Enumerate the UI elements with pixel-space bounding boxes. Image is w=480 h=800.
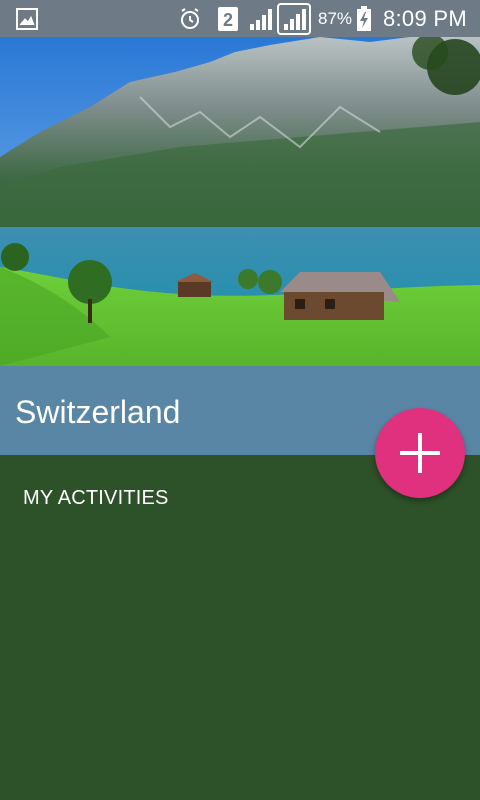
my-activities-header: MY ACTIVITIES — [23, 487, 169, 509]
hero-image — [0, 37, 480, 366]
landscape-illustration — [0, 37, 480, 366]
place-title: Switzerland — [15, 394, 181, 430]
alarm-icon — [178, 0, 202, 37]
gallery-notification-icon — [16, 0, 38, 37]
add-activity-button[interactable] — [375, 408, 465, 498]
plus-icon — [400, 433, 440, 473]
signal-1-icon — [249, 0, 275, 37]
battery-charging-icon — [356, 0, 372, 37]
status-bar: 2 87% 8:09 PM — [0, 0, 480, 37]
battery-percent: 87% — [318, 8, 353, 28]
status-time: 8:09 PM — [382, 5, 467, 31]
sim-slot-number: 2 — [223, 10, 233, 30]
sim-2-icon: 2 — [217, 0, 239, 37]
signal-2-icon — [277, 0, 311, 37]
